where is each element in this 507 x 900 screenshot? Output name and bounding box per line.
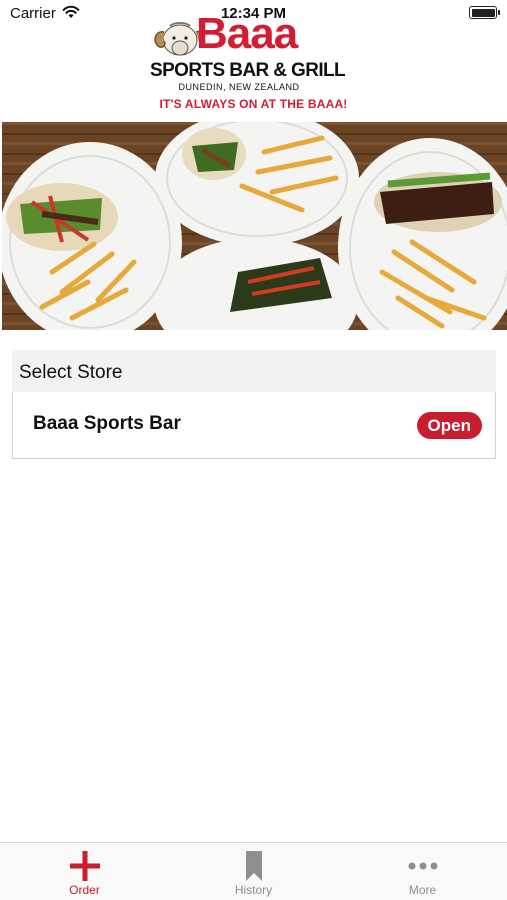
tab-order[interactable]: Order [0,847,169,899]
tab-bar: Order History More [0,842,507,900]
logo-location: DUNEDIN, NEW ZEALAND [178,82,300,92]
store-list: Select Store Baaa Sports Bar Open [12,350,496,459]
hero-food-image [2,122,507,330]
brand-logo: Baaa SPORTS BAR & GRILL DUNEDIN, NEW ZEA… [0,8,507,116]
tab-more[interactable]: More [338,847,507,899]
logo-wordmark: Baaa [196,9,298,58]
logo-tagline: IT'S ALWAYS ON AT THE BAAA! [159,97,348,111]
tab-history-label: History [234,883,273,897]
bookmark-icon [245,851,262,881]
store-row[interactable]: Baaa Sports Bar Open [12,392,496,459]
store-status-badge: Open [416,412,482,439]
tab-order-label: Order [69,883,100,897]
plus-icon [69,851,100,881]
store-name: Baaa Sports Bar [33,413,181,434]
logo-subtitle: SPORTS BAR & GRILL [150,60,346,81]
tab-history[interactable]: History [169,847,338,899]
store-list-header: Select Store [12,350,496,392]
ellipsis-icon [408,862,437,870]
tab-more-label: More [408,883,437,897]
